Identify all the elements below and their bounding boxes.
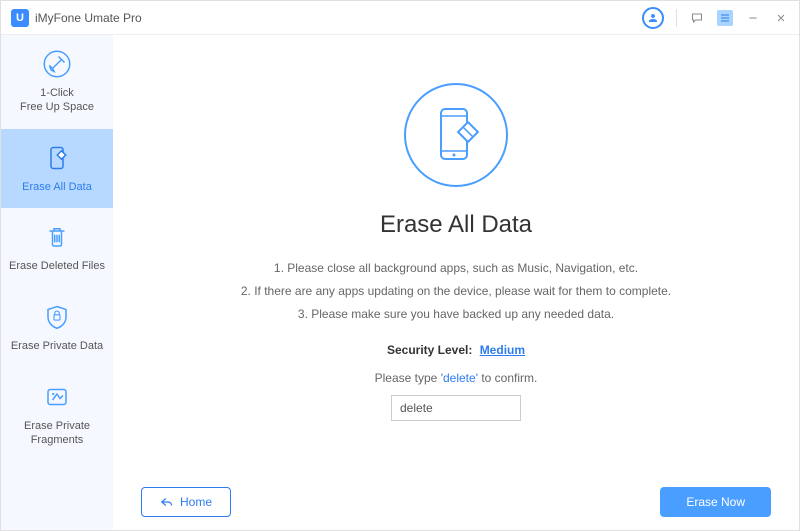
sidebar-item-label: Erase Deleted Files [9, 260, 105, 274]
user-icon [647, 12, 659, 24]
sidebar-item-label: Erase Private Data [11, 340, 103, 354]
minimize-button[interactable] [745, 10, 761, 26]
security-level-label: Security Level: [387, 343, 472, 357]
erase-now-button[interactable]: Erase Now [660, 487, 771, 517]
security-level-link[interactable]: Medium [480, 343, 525, 357]
main-panel: Erase All Data 1. Please close all backg… [113, 35, 799, 530]
close-button[interactable] [773, 10, 789, 26]
menu-icon [719, 12, 731, 24]
sidebar-item-erase-fragments[interactable]: Erase Private Fragments [1, 368, 113, 462]
sidebar-item-erase-private[interactable]: Erase Private Data [1, 288, 113, 368]
app-title: iMyFone Umate Pro [35, 11, 142, 25]
content: Erase All Data 1. Please close all backg… [137, 35, 775, 474]
account-avatar[interactable] [642, 7, 664, 29]
instruction-line: 1. Please close all background apps, suc… [274, 257, 638, 280]
sidebar-item-freeup[interactable]: 1-Click Free Up Space [1, 35, 113, 129]
app-window: U iMyFone Umate Pro [0, 0, 800, 531]
sidebar-item-label: 1-Click Free Up Space [20, 87, 94, 115]
sidebar-item-label: Erase All Data [22, 181, 92, 195]
home-button[interactable]: Home [141, 487, 231, 517]
menu-button[interactable] [717, 10, 733, 26]
confirm-prefix: Please type [375, 371, 438, 385]
close-icon [775, 12, 787, 24]
titlebar-left: U iMyFone Umate Pro [11, 9, 142, 27]
trash-icon [40, 220, 74, 254]
footer: Home Erase Now [137, 474, 775, 530]
titlebar: U iMyFone Umate Pro [1, 1, 799, 35]
shield-lock-icon [40, 300, 74, 334]
phone-erase-hero-icon [431, 105, 481, 165]
instruction-line: 3. Please make sure you have backed up a… [298, 303, 614, 326]
back-arrow-icon [160, 496, 174, 508]
security-level-row: Security Level: Medium [387, 343, 525, 357]
sidebar-item-erase-deleted[interactable]: Erase Deleted Files [1, 208, 113, 288]
phone-erase-icon [40, 141, 74, 175]
confirm-instruction: Please type 'delete' to confirm. [375, 371, 538, 385]
app-logo: U [11, 9, 29, 27]
feedback-button[interactable] [689, 10, 705, 26]
erase-now-label: Erase Now [686, 495, 745, 509]
hero-circle [404, 83, 508, 187]
sidebar-item-erase-all[interactable]: Erase All Data [1, 129, 113, 209]
sidebar-item-label: Erase Private Fragments [24, 420, 90, 448]
app-fragments-icon [40, 380, 74, 414]
page-title: Erase All Data [380, 211, 532, 239]
broom-icon [40, 47, 74, 81]
divider [676, 9, 677, 27]
sidebar: 1-Click Free Up Space Erase All Data Era… [1, 35, 113, 530]
confirm-suffix: to confirm. [481, 371, 537, 385]
body: 1-Click Free Up Space Erase All Data Era… [1, 35, 799, 530]
chat-icon [691, 12, 703, 24]
confirm-input[interactable] [391, 395, 521, 421]
minimize-icon [747, 12, 759, 24]
home-button-label: Home [180, 495, 212, 509]
confirm-keyword: 'delete' [441, 371, 478, 385]
titlebar-right [642, 7, 789, 29]
instruction-line: 2. If there are any apps updating on the… [241, 280, 671, 303]
